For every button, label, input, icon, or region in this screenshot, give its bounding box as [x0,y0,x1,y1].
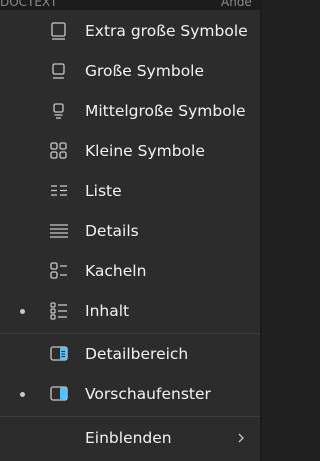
menu-item-label: Kacheln [85,262,147,280]
menu-item-label: Inhalt [85,302,130,320]
menu-item-label: Detailbereich [85,345,189,363]
medium-icons-icon [48,101,70,121]
selected-bullet [20,309,25,314]
menu-separator [0,333,260,334]
menu-item-large-icons[interactable]: Große Symbole [4,54,256,88]
menu-item-details-pane[interactable]: Detailbereich [4,337,256,371]
menu-item-content[interactable]: Inhalt [4,294,256,328]
background-header-right-text: Ände [221,0,252,9]
view-context-menu: Extra große Symbole Große Symbole Mittel… [0,10,262,461]
menu-item-show[interactable]: Einblenden [4,421,256,455]
menu-item-label: Mittelgroße Symbole [85,102,246,120]
menu-item-details[interactable]: Details [4,214,256,248]
background-header-left-text: DOCTEXT [0,0,58,9]
details-icon [48,221,70,241]
large-icons-icon [48,61,70,81]
menu-item-tiles[interactable]: Kacheln [4,254,256,288]
selected-bullet [20,392,25,397]
background-header: DOCTEXT Ände [0,0,262,10]
tiles-icon [48,261,70,281]
list-icon [48,181,70,201]
menu-item-label: Vorschaufenster [85,385,211,403]
menu-item-label: Große Symbole [85,62,205,80]
content-icon [48,301,70,321]
menu-separator [0,416,260,417]
details-pane-icon [48,344,70,364]
menu-item-label: Details [85,222,139,240]
menu-item-extra-large-icons[interactable]: Extra große Symbole [4,14,256,48]
extra-large-icons-icon [48,21,70,41]
menu-item-small-icons[interactable]: Kleine Symbole [4,134,256,168]
menu-item-label: Liste [85,182,122,200]
small-icons-icon [48,141,70,161]
menu-item-label: Extra große Symbole [85,22,248,40]
menu-item-preview-pane[interactable]: Vorschaufenster [4,377,256,411]
menu-item-list[interactable]: Liste [4,174,256,208]
preview-pane-icon [48,384,70,404]
menu-item-label: Kleine Symbole [85,142,205,160]
chevron-right-icon [234,430,248,446]
menu-item-label: Einblenden [85,429,172,447]
menu-item-medium-icons[interactable]: Mittelgroße Symbole [4,94,256,128]
